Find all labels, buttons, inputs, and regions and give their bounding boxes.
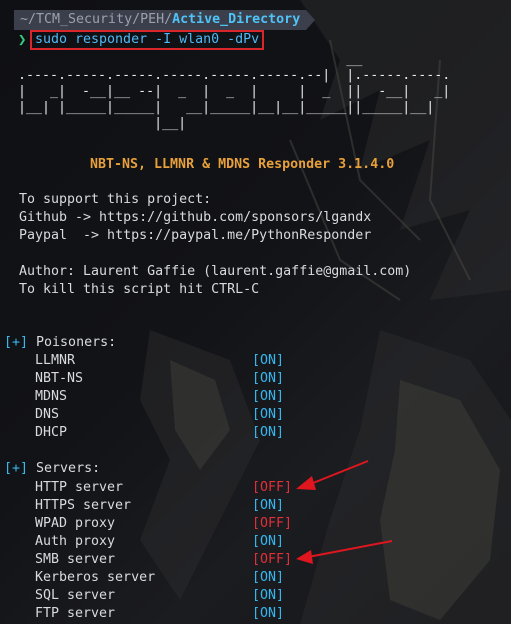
command-row[interactable]: ❯ sudo responder -I wlan0 -dPv: [18, 30, 265, 50]
responder-title: NBT-NS, LLMNR & MDNS Responder 3.1.4.0: [90, 157, 395, 172]
poisoner-status: [ON]: [252, 371, 285, 386]
poisoner-status: [ON]: [252, 353, 285, 368]
server-name: Kerberos server: [35, 570, 156, 585]
poisoner-name: NBT-NS: [35, 371, 84, 386]
server-name: HTTPS server: [35, 498, 132, 513]
poisoner-status: [ON]: [252, 389, 285, 404]
server-status: [ON]: [252, 570, 285, 585]
servers-label: Servers:: [28, 461, 101, 476]
server-status: [ON]: [252, 498, 285, 513]
responder-ascii-logo: __ .----.-----.-----.-----.-----.-----.-…: [18, 52, 451, 131]
poisoner-name: DHCP: [35, 425, 68, 440]
kill-hint-text: To kill this script hit CTRL-C: [19, 282, 260, 297]
server-name: HTTP server: [35, 480, 124, 495]
command-input[interactable]: sudo responder -I wlan0 -dPv: [30, 30, 265, 50]
author-text: Author: Laurent Gaffie (laurent.gaffie@g…: [19, 264, 412, 279]
server-name: SMB server: [35, 552, 116, 567]
path-tail: Active_Directory: [172, 12, 301, 27]
server-status: [OFF]: [252, 552, 293, 567]
server-status: [OFF]: [252, 480, 293, 495]
powerline-arrow-icon: [306, 10, 316, 30]
server-status: [OFF]: [252, 516, 293, 531]
server-status: [ON]: [252, 606, 285, 621]
server-name: FTP server: [35, 606, 116, 621]
server-name: Auth proxy: [35, 534, 116, 549]
server-name: SQL server: [35, 588, 116, 603]
poisoner-status: [ON]: [252, 407, 285, 422]
poisoner-name: LLMNR: [35, 353, 76, 368]
annotation-arrowhead-smb: [296, 550, 313, 564]
poisoner-name: DNS: [35, 407, 60, 422]
servers-tag: [+]: [4, 461, 29, 476]
server-status: [ON]: [252, 534, 285, 549]
prompt-chevron-icon: ❯: [18, 32, 27, 48]
poisoner-status: [ON]: [252, 425, 285, 440]
current-directory-path: ~/TCM_Security/PEH/Active_Directory: [14, 10, 307, 30]
annotation-arrowhead-http: [296, 476, 316, 490]
server-name: WPAD proxy: [35, 516, 116, 531]
support-text: To support this project:: [19, 192, 212, 207]
prompt-path-segment: ~/TCM_Security/PEH/Active_Directory: [14, 10, 316, 30]
path-prefix: ~/TCM_Security/PEH/: [20, 12, 173, 27]
poisoner-name: MDNS: [35, 389, 68, 404]
github-link[interactable]: Github -> https://github.com/sponsors/lg…: [19, 209, 371, 227]
annotation-arrow-smb: [307, 540, 393, 558]
paypal-link[interactable]: Paypal -> https://paypal.me/PythonRespon…: [19, 227, 371, 245]
servers-header: [+] Servers:: [4, 460, 100, 478]
server-status: [ON]: [252, 588, 285, 603]
poisoners-header: [+] Poisoners:: [4, 334, 116, 352]
terminal-window: ~/TCM_Security/PEH/Active_Directory ❯ su…: [0, 0, 511, 624]
poisoners-label: Poisoners:: [28, 335, 117, 350]
poisoners-tag: [+]: [4, 335, 29, 350]
annotation-arrow-http: [307, 460, 369, 486]
